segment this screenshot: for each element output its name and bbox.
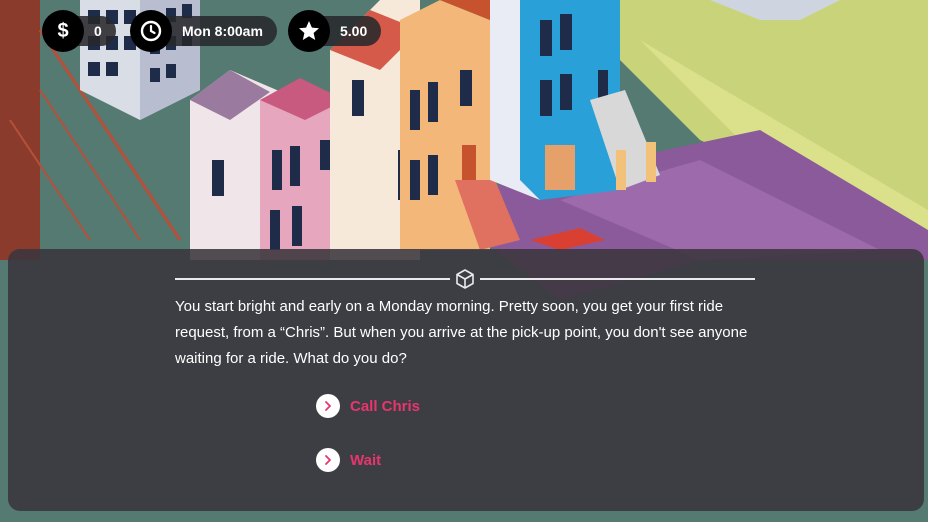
story-text: You start bright and early on a Monday m… (175, 298, 748, 367)
money-value: 0 (94, 23, 102, 39)
svg-text:$: $ (57, 20, 68, 42)
star-icon (288, 10, 330, 52)
panel-divider (175, 268, 755, 290)
rating-value: 5.00 (340, 23, 368, 39)
choice-call-chris-button[interactable]: Call Chris (316, 394, 420, 418)
choice-wait-label: Wait (350, 451, 382, 469)
choice-wait-button[interactable]: Wait (316, 448, 381, 472)
chevron-right-icon (316, 394, 340, 418)
divider-line-right (480, 278, 755, 280)
clock-icon (130, 10, 172, 52)
money-display: $ 0 (42, 10, 116, 52)
divider-line-left (175, 278, 450, 280)
rating-display: 5.00 (288, 10, 382, 52)
chevron-right-icon (316, 448, 340, 472)
time-display: Mon 8:00am (130, 10, 277, 52)
time-value: Mon 8:00am (182, 23, 263, 39)
time-pill: Mon 8:00am (130, 10, 277, 52)
cube-icon (456, 269, 474, 289)
choice-call-chris-label: Call Chris (350, 397, 421, 415)
dollar-icon: $ (42, 10, 84, 52)
money-pill: $ 0 (42, 10, 116, 52)
rating-pill: 5.00 (288, 10, 382, 52)
